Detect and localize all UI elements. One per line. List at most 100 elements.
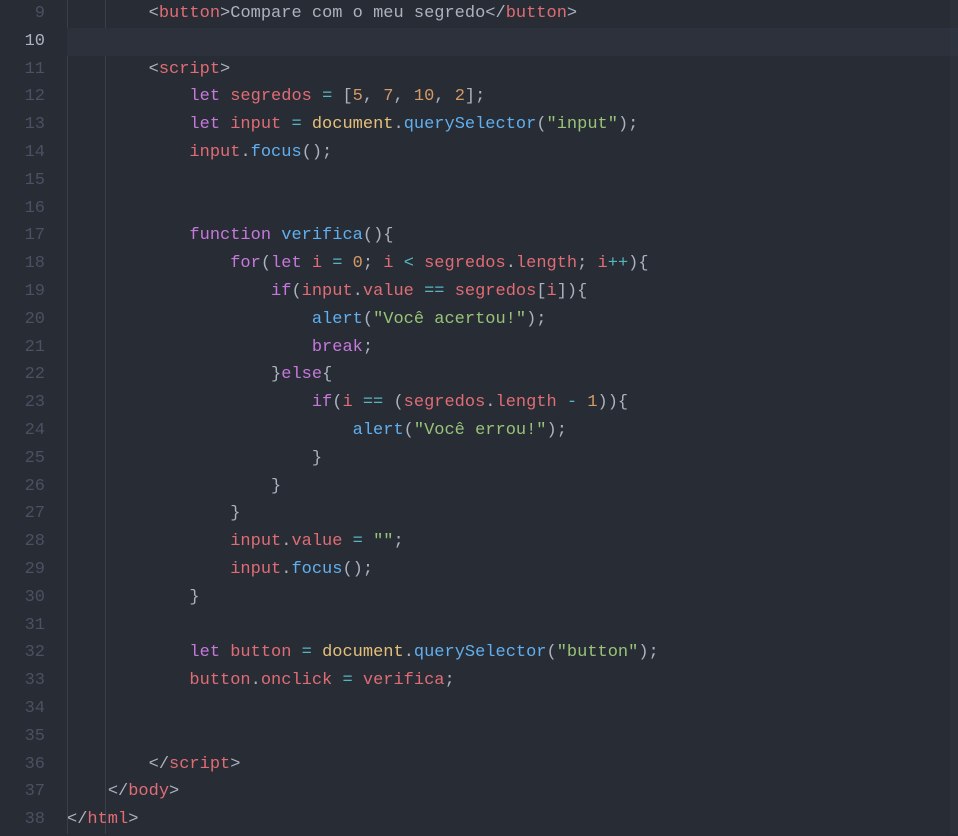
code-line[interactable]: input.focus(); [67, 139, 958, 167]
line-number: 36 [0, 751, 45, 779]
line-number: 33 [0, 667, 45, 695]
token-op: == [363, 393, 383, 412]
token-kw: function [189, 226, 271, 245]
token-kw: else [281, 365, 322, 384]
line-number: 38 [0, 806, 45, 834]
code-line[interactable]: input.value = ""; [67, 528, 958, 556]
token-str: "" [373, 532, 393, 551]
token-text: , [393, 87, 413, 106]
line-number: 11 [0, 56, 45, 84]
code-line[interactable] [67, 167, 958, 195]
scrollbar-track[interactable] [950, 0, 958, 834]
line-number: 20 [0, 306, 45, 334]
code-line[interactable]: break; [67, 334, 958, 362]
line-number: 27 [0, 500, 45, 528]
token-prop: length [516, 254, 577, 273]
token-text: (); [302, 143, 333, 162]
token-op: = [302, 643, 312, 662]
code-line[interactable]: } [67, 500, 958, 528]
token-text: [ [536, 282, 546, 301]
code-line[interactable]: input.focus(); [67, 556, 958, 584]
code-line[interactable]: } [67, 473, 958, 501]
token-text: [ [332, 87, 352, 106]
line-number: 35 [0, 723, 45, 751]
token-text [353, 393, 363, 412]
token-text: . [281, 560, 291, 579]
token-text [220, 87, 230, 106]
code-line[interactable]: for(let i = 0; i < segredos.length; i++)… [67, 250, 958, 278]
token-text: )){ [598, 393, 629, 412]
token-angle: > [567, 4, 577, 23]
code-line[interactable] [67, 695, 958, 723]
code-line[interactable]: </html> [67, 806, 958, 834]
code-line[interactable]: }else{ [67, 361, 958, 389]
line-number: 12 [0, 83, 45, 111]
token-num: 0 [353, 254, 363, 273]
token-var: button [230, 643, 291, 662]
token-var: button [189, 671, 250, 690]
token-text [414, 254, 424, 273]
token-text: ]){ [557, 282, 588, 301]
line-number: 32 [0, 639, 45, 667]
token-angle: < [149, 60, 159, 79]
code-line[interactable]: <button>Compare com o meu segredo</butto… [67, 0, 958, 28]
line-number: 37 [0, 778, 45, 806]
token-text [322, 254, 332, 273]
token-var: i [312, 254, 322, 273]
token-angle: < [149, 4, 159, 23]
line-number: 9 [0, 0, 45, 28]
token-text: ); [526, 310, 546, 329]
token-text: , [363, 87, 383, 106]
token-text [342, 254, 352, 273]
token-var: segredos [455, 282, 537, 301]
code-line[interactable] [67, 612, 958, 640]
code-line[interactable]: alert("Você acertou!"); [67, 306, 958, 334]
code-line[interactable]: let button = document.querySelector("but… [67, 639, 958, 667]
token-text: (){ [363, 226, 394, 245]
line-number: 31 [0, 612, 45, 640]
code-line[interactable] [67, 723, 958, 751]
line-number: 22 [0, 361, 45, 389]
code-line[interactable]: } [67, 584, 958, 612]
code-line[interactable]: <script> [67, 56, 958, 84]
code-line[interactable]: button.onclick = verifica; [67, 667, 958, 695]
token-text: } [189, 588, 199, 607]
token-str: "input" [547, 115, 618, 134]
token-text: . [251, 671, 261, 690]
token-text: (); [342, 560, 373, 579]
token-text [291, 643, 301, 662]
code-line[interactable]: let segredos = [5, 7, 10, 2]; [67, 83, 958, 111]
code-line[interactable]: </body> [67, 778, 958, 806]
token-text [557, 393, 567, 412]
code-area[interactable]: <button>Compare com o meu segredo</butto… [67, 0, 958, 834]
token-text: . [393, 115, 403, 134]
code-line[interactable] [67, 195, 958, 223]
code-line[interactable]: if(i == (segredos.length - 1)){ [67, 389, 958, 417]
token-text [353, 671, 363, 690]
token-text: . [281, 532, 291, 551]
token-var: segredos [424, 254, 506, 273]
token-tag: html [87, 810, 128, 829]
code-line[interactable]: alert("Você errou!"); [67, 417, 958, 445]
code-line[interactable]: </script> [67, 751, 958, 779]
token-fn: focus [251, 143, 302, 162]
code-editor[interactable]: 9101112131415161718192021222324252627282… [0, 0, 958, 834]
token-kw: break [312, 338, 363, 357]
code-line[interactable]: } [67, 445, 958, 473]
token-kw: let [189, 87, 220, 106]
token-text: ; [393, 532, 403, 551]
token-angle: </ [67, 810, 87, 829]
code-line[interactable] [67, 28, 958, 56]
code-line[interactable]: if(input.value == segredos[i]){ [67, 278, 958, 306]
code-line[interactable]: let input = document.querySelector("inpu… [67, 111, 958, 139]
code-line[interactable]: function verifica(){ [67, 222, 958, 250]
line-number: 30 [0, 584, 45, 612]
token-text [312, 643, 322, 662]
token-kw: let [271, 254, 302, 273]
token-text [312, 87, 322, 106]
token-angle: </ [108, 782, 128, 801]
token-text: . [240, 143, 250, 162]
token-text: } [271, 365, 281, 384]
token-text: { [322, 365, 332, 384]
token-text: ( [291, 282, 301, 301]
